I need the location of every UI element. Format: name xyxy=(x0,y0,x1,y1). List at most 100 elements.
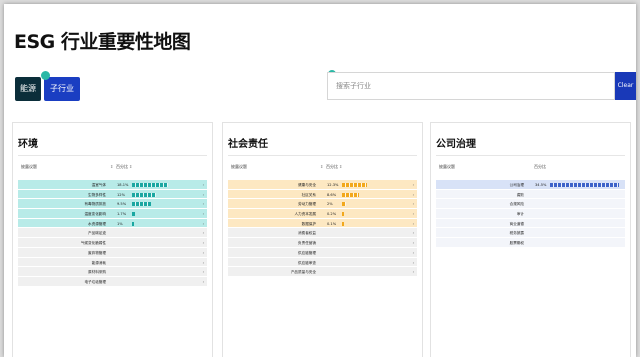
sort-icon[interactable]: ⇕ xyxy=(110,164,113,169)
table-header: 披露议题 ⇕ 百分比 ⇕ xyxy=(228,160,417,172)
topic-name: 水资源管理 xyxy=(88,221,106,226)
percent-bar xyxy=(550,183,619,187)
table-row[interactable]: 废弃物管理 › xyxy=(18,247,207,258)
chevron-right-icon[interactable]: › xyxy=(413,222,414,226)
column-header-topic[interactable]: 披露议题 xyxy=(439,164,455,170)
topic-percent: 34.5% xyxy=(535,183,547,187)
topic-name: 废弃物管理 xyxy=(88,250,106,255)
table-row[interactable]: 产品质量与安全 › xyxy=(228,267,417,277)
topic-name: 公司治理 xyxy=(509,183,524,187)
table-row[interactable]: 电子垃圾管理 › xyxy=(18,276,207,287)
table-row[interactable]: 公司治理 34.5% xyxy=(436,180,625,190)
topic-name: 温室气体 xyxy=(91,183,106,187)
percent-bar xyxy=(342,192,360,197)
topic-list: 温室气体 18.1% › 生物多样性 12% › 有毒物质排放 9.5% › 温度变化影响 1.7%… xyxy=(18,180,207,287)
chevron-right-icon[interactable]: › xyxy=(413,231,414,235)
table-row[interactable]: 负责任营销 › xyxy=(228,238,417,248)
chevron-right-icon[interactable]: › xyxy=(203,280,204,284)
sort-icon[interactable]: ⇕ xyxy=(320,164,323,169)
topic-percent: 9.5% xyxy=(117,202,127,207)
table-row[interactable]: 水资源管理 1% › xyxy=(18,218,207,229)
chevron-right-icon[interactable]: › xyxy=(413,193,414,197)
topic-name: 温度变化影响 xyxy=(84,212,106,217)
topic-name: 社区关系 xyxy=(301,192,316,197)
divider xyxy=(228,155,417,156)
table-row[interactable]: 股票期权 xyxy=(436,238,625,248)
topic-name: 气候变化脆弱性 xyxy=(80,241,106,246)
column-header-topic[interactable]: 披露议题 xyxy=(21,164,37,170)
chevron-right-icon[interactable]: › xyxy=(203,270,204,274)
topic-percent: 18.1% xyxy=(117,183,129,187)
chevron-right-icon[interactable]: › xyxy=(203,222,204,226)
table-row[interactable]: 合规风险 xyxy=(436,199,625,210)
table-row[interactable]: 健康与安全 12.3% › xyxy=(228,180,417,190)
table-row[interactable]: 产品碳足迹 › xyxy=(18,228,207,239)
topic-name: 数据保护 xyxy=(301,221,316,226)
chevron-right-icon[interactable]: › xyxy=(203,231,204,235)
sort-icon[interactable]: ⇕ xyxy=(129,164,132,169)
chevron-right-icon[interactable]: › xyxy=(413,183,414,187)
table-row[interactable]: 商业道德 xyxy=(436,218,625,229)
topic-name: 产品质量与安全 xyxy=(290,270,316,275)
topic-percent: 8.6% xyxy=(327,192,337,197)
chevron-right-icon[interactable]: › xyxy=(203,212,204,216)
topic-name: 供应链审查 xyxy=(298,260,316,265)
table-row[interactable]: 审计 xyxy=(436,209,625,219)
chevron-right-icon[interactable]: › xyxy=(203,241,204,245)
topic-list: 健康与安全 12.3% › 社区关系 8.6% › 劳动力管理 2% › 人力资本发展 0.2% › 数… xyxy=(228,180,417,277)
subindustry-button[interactable]: 子行业 xyxy=(41,71,80,101)
subindustry-button-label: 子行业 xyxy=(50,84,74,93)
percent-bar xyxy=(342,202,346,207)
divider xyxy=(436,155,625,156)
panel-governance: 公司治理 披露议题 百分比 公司治理 34.5% 腐败合规风险审计 商业道德 税务披露股… xyxy=(430,122,631,357)
chevron-right-icon[interactable]: › xyxy=(413,202,414,206)
topic-name: 合规风险 xyxy=(509,202,524,207)
column-header-percent[interactable]: 百分比 xyxy=(116,164,128,170)
table-row[interactable]: 腐败 xyxy=(436,189,625,200)
industry-button[interactable]: 能源 xyxy=(15,77,41,101)
table-row[interactable]: 温室气体 18.1% › xyxy=(18,180,207,190)
topic-name: 审计 xyxy=(516,212,524,217)
chevron-right-icon[interactable]: › xyxy=(203,193,204,197)
table-row[interactable]: 有毒物质排放 9.5% › xyxy=(18,199,207,210)
chevron-right-icon[interactable]: › xyxy=(203,251,204,255)
clear-button[interactable]: Clear xyxy=(615,72,636,100)
table-row[interactable]: 生物多样性 12% › xyxy=(18,189,207,200)
topic-name: 有毒物质排放 xyxy=(84,202,106,207)
topic-name: 供应链管理 xyxy=(298,250,316,255)
percent-bar xyxy=(132,202,151,207)
topic-name: 负责任营销 xyxy=(298,241,316,246)
table-row[interactable]: 人力资本发展 0.2% › xyxy=(228,209,417,219)
search-input[interactable] xyxy=(328,73,614,99)
table-row[interactable]: 温度变化影响 1.7% › xyxy=(18,209,207,219)
chevron-right-icon[interactable]: › xyxy=(413,261,414,265)
column-header-topic[interactable]: 披露议题 xyxy=(231,164,247,170)
table-row[interactable]: 供应链管理 › xyxy=(228,247,417,258)
column-header-percent[interactable]: 百分比 xyxy=(534,164,546,170)
chevron-right-icon[interactable]: › xyxy=(413,212,414,216)
topic-percent: 1.7% xyxy=(117,212,127,217)
chevron-right-icon[interactable]: › xyxy=(413,251,414,255)
table-row[interactable]: 税务披露 xyxy=(436,228,625,239)
percent-bar xyxy=(132,183,169,187)
chevron-right-icon[interactable]: › xyxy=(413,270,414,274)
table-row[interactable]: 消费者权益 › xyxy=(228,228,417,239)
chevron-right-icon[interactable]: › xyxy=(203,202,204,206)
chevron-right-icon[interactable]: › xyxy=(413,241,414,245)
table-row[interactable]: 能源消耗 › xyxy=(18,257,207,268)
table-row[interactable]: 气候变化脆弱性 › xyxy=(18,238,207,248)
table-row[interactable]: 数据保护 0.1% › xyxy=(228,218,417,229)
percent-bar xyxy=(342,221,344,226)
sort-icon[interactable]: ⇕ xyxy=(339,164,342,169)
table-row[interactable]: 原材料采购 › xyxy=(18,267,207,277)
table-row[interactable]: 劳动力管理 2% › xyxy=(228,199,417,210)
percent-bar xyxy=(342,183,367,187)
percent-bar xyxy=(132,221,134,226)
chevron-right-icon[interactable]: › xyxy=(203,183,204,187)
topic-name: 消费者权益 xyxy=(298,231,316,236)
column-header-percent[interactable]: 百分比 xyxy=(326,164,338,170)
table-row[interactable]: 供应链审查 › xyxy=(228,257,417,268)
chevron-right-icon[interactable]: › xyxy=(203,261,204,265)
topic-name: 生物多样性 xyxy=(88,192,106,197)
table-row[interactable]: 社区关系 8.6% › xyxy=(228,189,417,200)
